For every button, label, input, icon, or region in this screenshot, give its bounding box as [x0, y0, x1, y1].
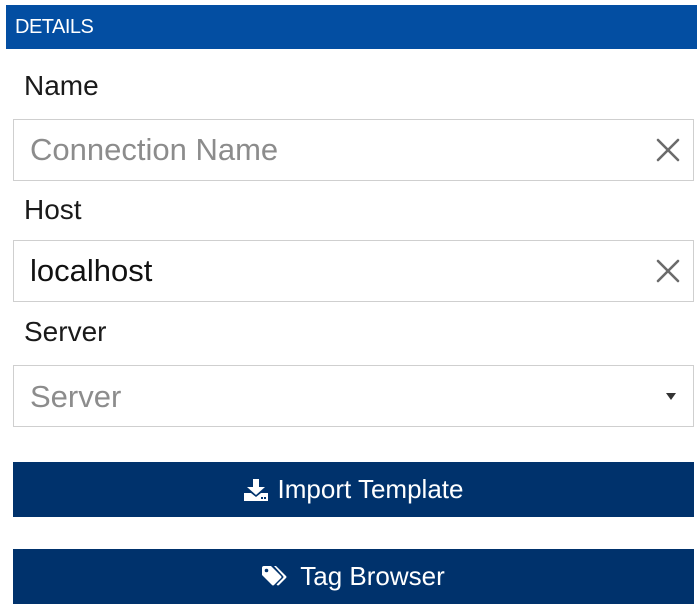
server-select-value: Server: [30, 379, 122, 414]
name-label: Name: [24, 70, 99, 101]
name-input[interactable]: [30, 120, 630, 180]
import-template-button[interactable]: Import Template: [13, 462, 694, 517]
tag-browser-button[interactable]: Tag Browser: [13, 549, 694, 604]
host-field: [13, 240, 694, 302]
details-header: DETAILS: [6, 5, 697, 49]
host-label: Host: [24, 194, 82, 225]
close-icon[interactable]: [655, 258, 681, 284]
host-input[interactable]: [30, 241, 630, 301]
tag-browser-label: Tag Browser: [300, 561, 445, 591]
server-label: Server: [24, 316, 107, 347]
import-template-label: Import Template: [277, 474, 464, 504]
tag-icon: [262, 565, 287, 585]
close-icon[interactable]: [655, 137, 681, 163]
name-field: [13, 119, 694, 181]
download-icon: [243, 478, 268, 501]
details-panel: DETAILS Name Host Server Server: [0, 0, 697, 604]
caret-down-icon: [666, 393, 676, 400]
details-header-title: DETAILS: [15, 16, 94, 38]
server-select[interactable]: Server: [13, 365, 694, 427]
